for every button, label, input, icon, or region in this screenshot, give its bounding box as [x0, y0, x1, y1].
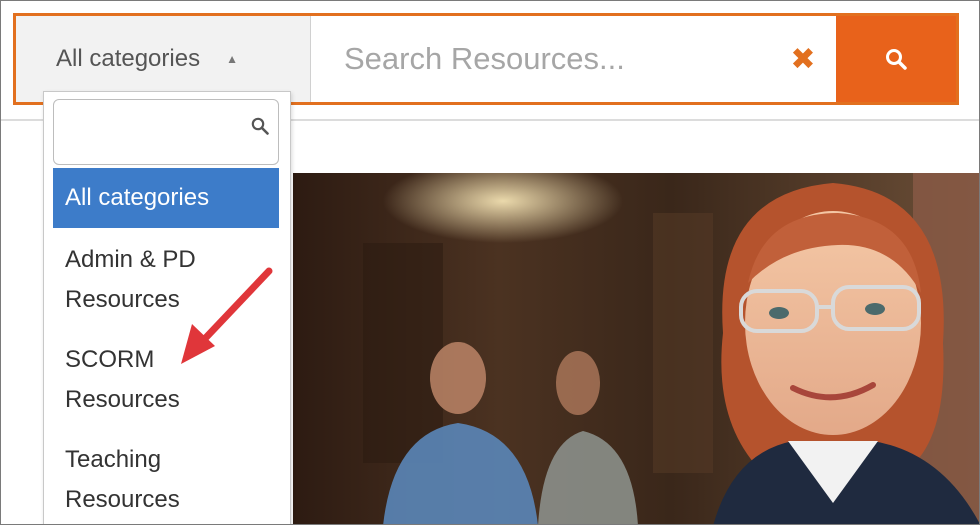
page-frame: All categories ▲ ✖ — [0, 0, 980, 525]
red-arrow-annotation — [181, 267, 273, 364]
